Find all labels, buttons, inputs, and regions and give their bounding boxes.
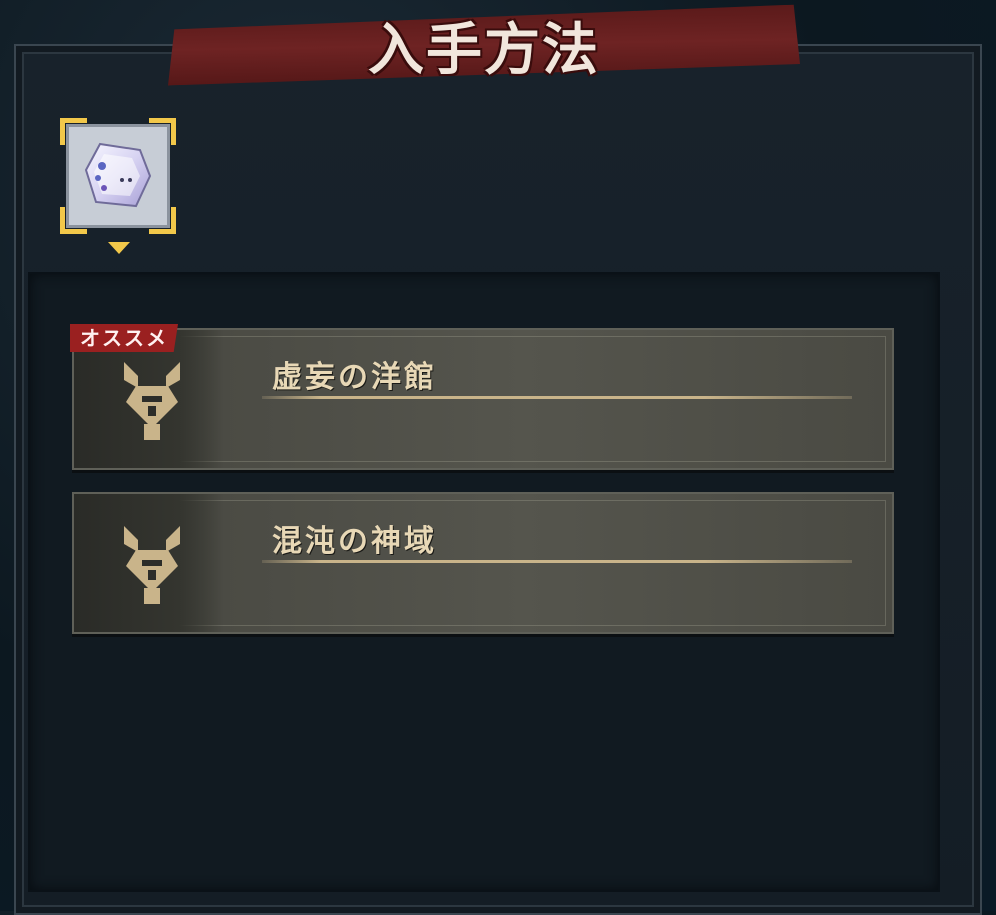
source-title: 混沌の神域	[272, 524, 437, 559]
card-icon-area	[74, 494, 224, 632]
title-underline	[262, 560, 852, 563]
crystal-fragment-icon	[84, 142, 152, 208]
item-slot-selected[interactable]	[60, 118, 176, 234]
recommend-badge: オススメ	[70, 324, 178, 352]
page-title: 入手方法	[368, 16, 600, 83]
source-card-1[interactable]: 虚妄の洋館	[72, 328, 894, 470]
demon-crest-icon	[124, 362, 180, 440]
demon-crest-icon	[124, 526, 180, 604]
title-underline	[262, 396, 852, 399]
selection-arrow-icon	[108, 242, 130, 254]
source-card-2[interactable]: 混沌の神域	[72, 492, 894, 634]
source-title: 虚妄の洋館	[272, 360, 437, 395]
